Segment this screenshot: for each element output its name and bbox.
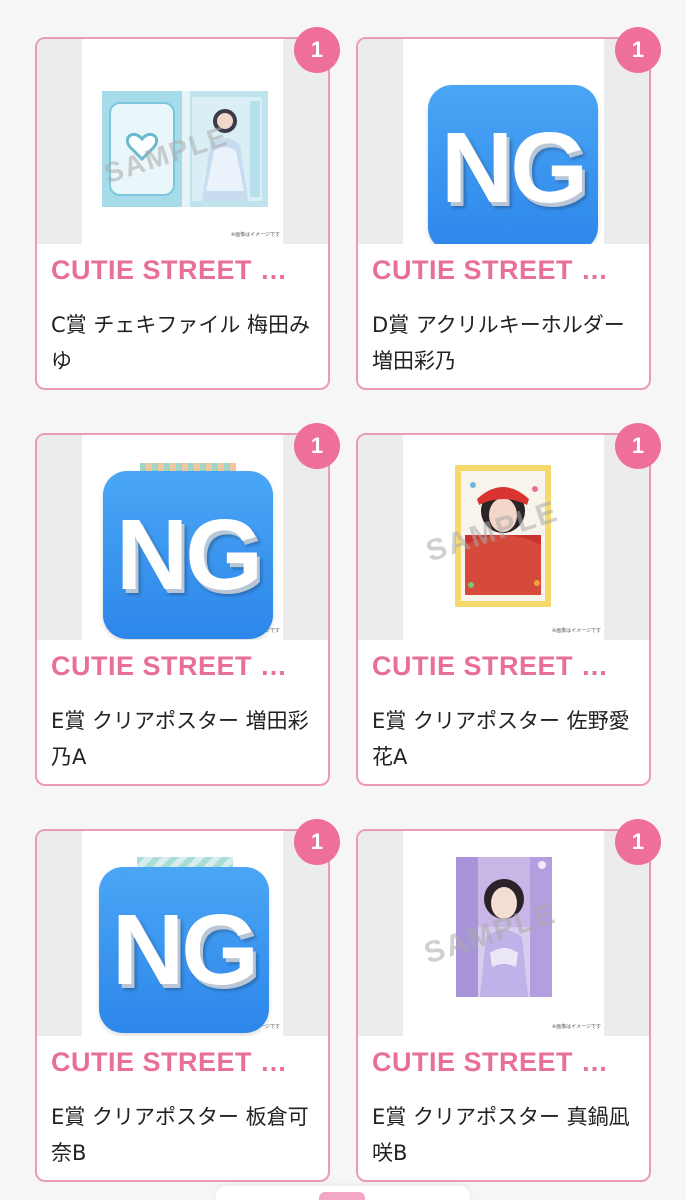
product-thumbnail[interactable]: NG ※画像はイメージです [37,435,328,640]
prize-card[interactable]: 1 SAMPLE ※画像はイメージです CUTIE STREET … E賞 クリ… [356,819,661,1182]
prize-card[interactable]: 1 NG ※画像はイメージです CUTIE STREET … E賞 クリアポスタ… [35,423,340,786]
quantity-badge: 1 [294,27,340,73]
prize-title: E賞 クリアポスター 佐野愛花A [372,709,630,769]
thumbnail-left-pad [37,435,82,640]
page: 1 SAMPLE ※画像はイメージです CUTIE STREET … C賞 チェ… [0,0,686,1200]
series-name: CUTIE STREET … [372,1047,609,1077]
prize-grid: 1 SAMPLE ※画像はイメージです CUTIE STREET … C賞 チェ… [35,27,661,1182]
prize-card[interactable]: 1 SAMPLE ※画像はイメージです [356,423,661,786]
series-name: CUTIE STREET … [372,651,609,681]
quantity-badge: 1 [615,27,661,73]
ng-icon: NG [103,471,273,639]
thumbnail-left-pad [358,39,403,244]
image-caption: ※画像はイメージです [551,1024,601,1030]
thumbnail-left-pad [37,39,82,244]
prize-card[interactable]: 1 NG CUTIE STREET … D賞 アクリルキーホルダー 増田彩乃 [356,27,661,390]
quantity-badge: 1 [294,819,340,865]
series-name: CUTIE STREET … [51,651,288,681]
ng-icon: NG [428,85,598,244]
prize-title: E賞 クリアポスター 板倉可奈B [51,1105,309,1165]
product-thumbnail[interactable]: SAMPLE ※画像はイメージです [358,831,649,1036]
image-caption: ※画像はイメージです [551,628,601,634]
prize-card[interactable]: 1 NG ※画像はイメージです CUTIE STREET … E賞 クリアポスタ… [35,819,340,1182]
product-thumbnail[interactable]: SAMPLE ※画像はイメージです [37,39,328,244]
prize-title: D賞 アクリルキーホルダー 増田彩乃 [372,313,625,373]
series-name: CUTIE STREET … [372,255,609,285]
prize-card[interactable]: 1 SAMPLE ※画像はイメージです [35,27,340,390]
prize-title: C賞 チェキファイル 梅田みゆ [51,313,311,373]
thumbnail-left-pad [358,831,403,1036]
image-caption: ※画像はイメージです [230,232,280,238]
product-thumbnail[interactable]: NG [358,39,649,244]
ng-icon: NG [99,867,269,1033]
quantity-badge: 1 [615,423,661,469]
prize-title: E賞 クリアポスター 真鍋凪咲B [372,1105,630,1165]
quantity-badge: 1 [615,819,661,865]
series-name: CUTIE STREET … [51,1047,288,1077]
bottom-sheet-indicator [319,1192,365,1200]
quantity-badge: 1 [294,423,340,469]
product-thumbnail[interactable]: NG ※画像はイメージです [37,831,328,1036]
thumbnail-left-pad [37,831,82,1036]
prize-title: E賞 クリアポスター 増田彩乃A [51,709,309,769]
thumbnail-left-pad [358,435,403,640]
series-name: CUTIE STREET … [51,255,288,285]
bottom-sheet-handle[interactable] [216,1186,470,1200]
product-thumbnail[interactable]: SAMPLE ※画像はイメージです [358,435,649,640]
